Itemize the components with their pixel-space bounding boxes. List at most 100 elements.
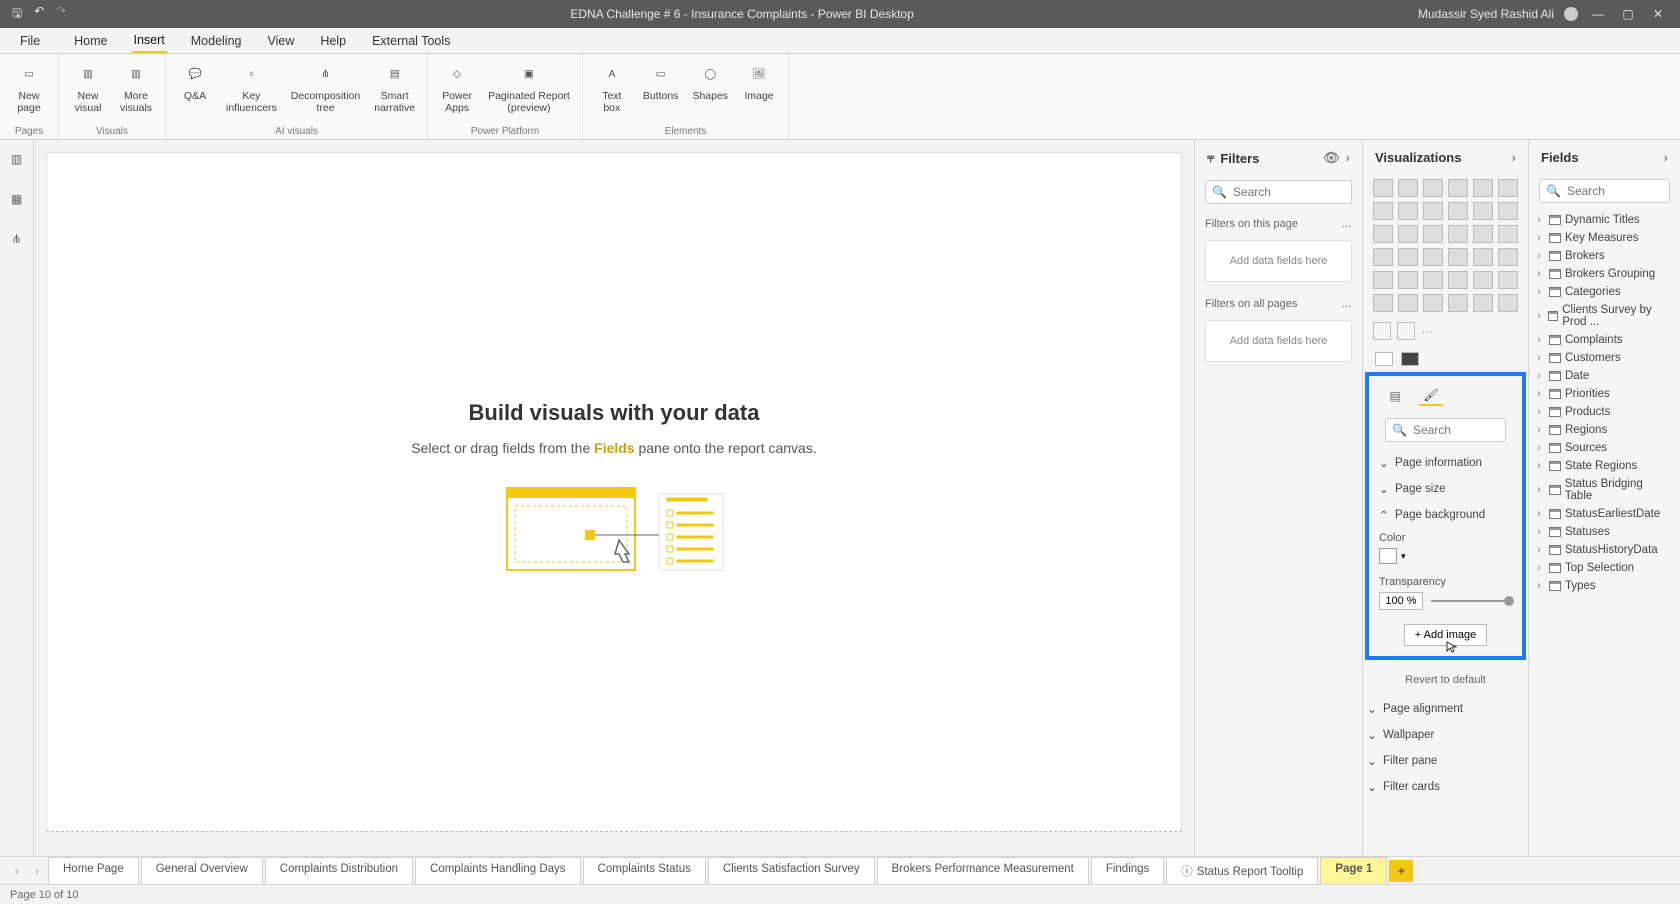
avatar[interactable] xyxy=(1564,7,1578,21)
viz-type-icon[interactable] xyxy=(1373,248,1393,266)
page-tab[interactable]: General Overview xyxy=(141,857,263,884)
viz-type-icon[interactable] xyxy=(1448,202,1468,220)
viz-type-icon[interactable] xyxy=(1423,179,1443,197)
viz-type-icon[interactable] xyxy=(1448,271,1468,289)
viz-type-icon[interactable] xyxy=(1373,179,1393,197)
page-alignment-section[interactable]: ⌄Page alignment xyxy=(1363,696,1528,722)
field-table-node[interactable]: ›Priorities xyxy=(1529,385,1680,403)
field-table-node[interactable]: ›Regions xyxy=(1529,421,1680,439)
viz-type-icon[interactable] xyxy=(1473,248,1493,266)
model-view-icon[interactable]: ⋔ xyxy=(6,228,28,250)
viz-type-icon[interactable] xyxy=(1373,294,1393,312)
transparency-value[interactable]: 100 % xyxy=(1379,592,1423,610)
viz-type-icon[interactable] xyxy=(1398,294,1418,312)
format-tab-icon[interactable]: 🖌 xyxy=(1419,386,1443,406)
viz-type-icon[interactable] xyxy=(1448,248,1468,266)
viz-type-icon[interactable] xyxy=(1498,225,1518,243)
field-table-node[interactable]: ›Top Selection xyxy=(1529,559,1680,577)
custom-visual-icon[interactable] xyxy=(1373,322,1391,340)
page-information-section[interactable]: ⌄Page information xyxy=(1375,450,1516,476)
tab-external-tools[interactable]: External Tools xyxy=(370,30,452,52)
text-box-button[interactable]: AText box xyxy=(591,58,633,116)
new-page-button[interactable]: ▭New page xyxy=(8,58,50,116)
undo-icon[interactable]: ↶ xyxy=(34,4,44,25)
key-influencers-button[interactable]: ♁Key influencers xyxy=(222,58,281,116)
viz-type-icon[interactable] xyxy=(1373,271,1393,289)
field-table-node[interactable]: ›Complaints xyxy=(1529,331,1680,349)
shapes-button[interactable]: ◯Shapes xyxy=(688,58,732,104)
field-table-node[interactable]: ›Brokers Grouping xyxy=(1529,265,1680,283)
tabs-next-icon[interactable]: › xyxy=(28,864,46,878)
viz-type-icon[interactable] xyxy=(1423,271,1443,289)
viz-type-icon[interactable] xyxy=(1498,248,1518,266)
page-size-section[interactable]: ⌄Page size xyxy=(1375,476,1516,502)
viz-type-icon[interactable] xyxy=(1473,202,1493,220)
wallpaper-section[interactable]: ⌄Wallpaper xyxy=(1363,722,1528,748)
close-button[interactable]: ✕ xyxy=(1648,4,1668,24)
add-page-button[interactable]: + xyxy=(1389,860,1413,882)
viz-type-icon[interactable] xyxy=(1473,225,1493,243)
maximize-button[interactable]: ▢ xyxy=(1618,4,1638,24)
page-tab[interactable]: Complaints Status xyxy=(583,857,706,884)
page-tab[interactable]: ⓘStatus Report Tooltip xyxy=(1166,857,1318,884)
field-table-node[interactable]: ›Customers xyxy=(1529,349,1680,367)
format-search-input[interactable] xyxy=(1413,423,1528,437)
field-table-node[interactable]: ›Sources xyxy=(1529,439,1680,457)
viz-type-icon[interactable] xyxy=(1498,202,1518,220)
field-table-node[interactable]: ›Statuses xyxy=(1529,523,1680,541)
more-visuals-button[interactable]: ▥More visuals xyxy=(115,58,157,116)
tab-modeling[interactable]: Modeling xyxy=(189,30,244,52)
field-table-node[interactable]: ›StatusHistoryData xyxy=(1529,541,1680,559)
viz-type-icon[interactable] xyxy=(1423,248,1443,266)
fields-tab-icon[interactable]: ▤ xyxy=(1383,386,1407,406)
viz-type-icon[interactable] xyxy=(1423,202,1443,220)
filters-all-dropzone[interactable]: Add data fields here xyxy=(1205,320,1352,362)
viz-type-icon[interactable] xyxy=(1448,294,1468,312)
chevron-right-icon[interactable]: › xyxy=(1512,150,1516,165)
field-table-node[interactable]: ›StatusEarliestDate xyxy=(1529,505,1680,523)
viz-type-icon[interactable] xyxy=(1498,179,1518,197)
revert-to-default-button[interactable]: Revert to default xyxy=(1363,668,1528,696)
new-visual-button[interactable]: ▥New visual xyxy=(67,58,109,116)
viz-type-icon[interactable] xyxy=(1398,271,1418,289)
paginated-report-button[interactable]: ▣Paginated Report (preview) xyxy=(484,58,574,116)
more-icon[interactable]: … xyxy=(1341,218,1352,230)
page-tab[interactable]: Home Page xyxy=(48,857,139,884)
tab-insert[interactable]: Insert xyxy=(132,29,167,53)
viz-type-icon[interactable] xyxy=(1423,225,1443,243)
viz-type-icon[interactable] xyxy=(1398,225,1418,243)
minimize-button[interactable]: — xyxy=(1588,4,1608,24)
image-button[interactable]: 🖼Image xyxy=(738,58,780,104)
viz-type-icon[interactable] xyxy=(1423,294,1443,312)
smart-narrative-button[interactable]: ▤Smart narrative xyxy=(370,58,419,116)
page-tab[interactable]: Complaints Handling Days xyxy=(415,857,581,884)
tab-file[interactable]: File xyxy=(10,30,50,52)
viz-type-icon[interactable] xyxy=(1473,294,1493,312)
fields-search-input[interactable] xyxy=(1567,184,1680,198)
viz-type-icon[interactable] xyxy=(1398,248,1418,266)
buttons-button[interactable]: ▭Buttons xyxy=(639,58,683,104)
eye-icon[interactable]: 👁 xyxy=(1323,150,1340,166)
viz-type-icon[interactable] xyxy=(1498,271,1518,289)
page-tab[interactable]: Brokers Performance Measurement xyxy=(877,857,1089,884)
viz-type-icon[interactable] xyxy=(1373,225,1393,243)
slider-knob[interactable] xyxy=(1504,596,1514,606)
field-table-node[interactable]: ›Brokers xyxy=(1529,247,1680,265)
field-table-node[interactable]: ›Categories xyxy=(1529,283,1680,301)
data-view-icon[interactable]: ▦ xyxy=(6,188,28,210)
viz-type-icon[interactable] xyxy=(1398,179,1418,197)
report-canvas[interactable]: Build visuals with your data Select or d… xyxy=(46,152,1182,832)
viz-type-icon[interactable] xyxy=(1448,225,1468,243)
fields-search[interactable]: 🔍 xyxy=(1539,179,1670,203)
power-apps-button[interactable]: ◇Power Apps xyxy=(436,58,478,116)
transparency-slider[interactable] xyxy=(1431,600,1512,602)
field-table-node[interactable]: ›State Regions xyxy=(1529,457,1680,475)
drill-tab-icon[interactable] xyxy=(1401,352,1419,366)
field-table-node[interactable]: ›Key Measures xyxy=(1529,229,1680,247)
qa-button[interactable]: 💬Q&A xyxy=(174,58,216,104)
chevron-right-icon[interactable]: › xyxy=(1346,150,1350,166)
chevron-right-icon[interactable]: › xyxy=(1664,150,1668,165)
viz-type-icon[interactable] xyxy=(1373,202,1393,220)
viz-type-icon[interactable] xyxy=(1448,179,1468,197)
field-table-node[interactable]: ›Types xyxy=(1529,577,1680,595)
